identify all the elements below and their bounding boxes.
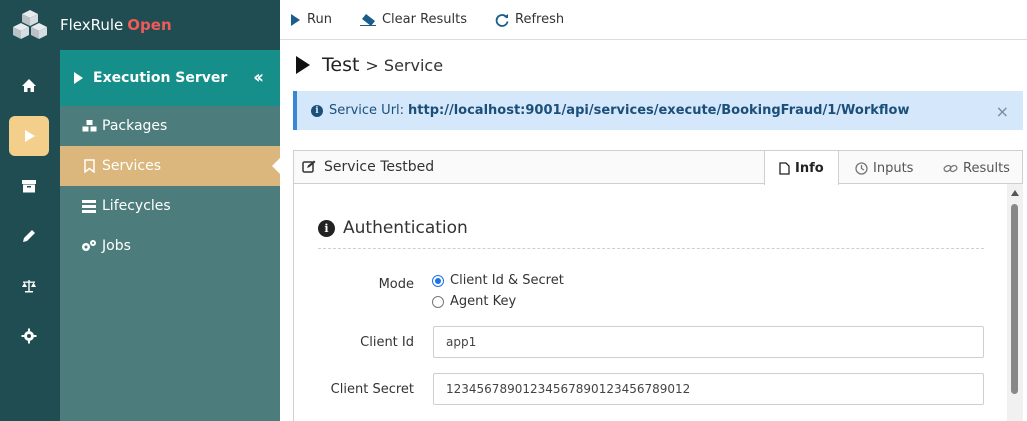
icon-rail (0, 0, 60, 421)
client-id-label: Client Id (360, 335, 414, 350)
rail-edit-button[interactable] (9, 216, 49, 256)
pencil-icon (23, 230, 35, 242)
info-icon: i (311, 104, 323, 117)
tab-inputs[interactable]: Inputs (855, 151, 913, 185)
panel-title-text: Service Testbed (324, 159, 435, 175)
page-title: Test > Service (296, 54, 443, 76)
cubes-icon (80, 119, 98, 133)
list-icon (80, 199, 98, 213)
refresh-label: Refresh (515, 12, 565, 27)
subnav-item-label: Services (102, 158, 162, 174)
client-secret-field[interactable]: 12345678901234567890123456789012 (433, 373, 984, 405)
scroll-up-icon[interactable] (1011, 190, 1019, 196)
subnav-item-packages[interactable]: Packages (60, 106, 280, 146)
gears-icon (80, 239, 98, 253)
subnav-item-jobs[interactable]: Jobs (60, 226, 280, 266)
page-title-text: Test (322, 54, 360, 76)
service-url-alert: i Service Url: http://localhost:9001/api… (293, 91, 1023, 130)
link-icon (943, 164, 958, 172)
rail-settings-button[interactable] (9, 316, 49, 356)
sub-navigation: Execution Server ‹‹ Packages Services Li… (60, 50, 280, 421)
close-icon[interactable]: × (996, 102, 1009, 121)
play-icon (25, 130, 35, 142)
clear-results-button[interactable]: Clear Results (359, 12, 468, 27)
subnav-item-label: Lifecycles (102, 198, 171, 214)
mode-option-client-secret[interactable]: Client Id & Secret (432, 273, 564, 288)
info-icon: i (318, 219, 335, 237)
radio-button[interactable] (432, 274, 444, 287)
bookmark-icon (80, 159, 98, 173)
radio-button[interactable] (432, 295, 444, 308)
panel-body: i Authentication Mode Client Id & Secret… (293, 184, 1010, 421)
panel-title: Service Testbed (302, 159, 434, 175)
subnav-header-title: Execution Server (93, 70, 228, 86)
brand-edition: Open (127, 16, 172, 34)
tab-label: Results (963, 160, 1010, 176)
radio-label: Client Id & Secret (450, 273, 564, 288)
brand-title: FlexRule Open (60, 16, 172, 34)
file-icon (779, 161, 790, 175)
subnav-item-label: Jobs (102, 238, 131, 254)
play-icon (291, 13, 300, 26)
eraser-icon (359, 13, 376, 26)
play-icon (74, 72, 83, 84)
subnav-item-services[interactable]: Services (60, 146, 280, 186)
home-icon (22, 79, 36, 92)
rail-execute-button[interactable] (9, 116, 49, 156)
client-id-field[interactable]: app1 (433, 326, 984, 358)
cubes-logo-icon (13, 10, 47, 39)
authentication-title: Authentication (343, 218, 468, 238)
play-icon (296, 56, 310, 74)
clear-results-label: Clear Results (381, 12, 468, 27)
clock-icon (855, 161, 868, 175)
run-button[interactable]: Run (290, 12, 332, 27)
collapse-icon[interactable]: ‹‹ (253, 67, 264, 88)
scroll-thumb[interactable] (1011, 204, 1018, 394)
tab-label: Info (795, 160, 824, 176)
client-secret-label: Client Secret (330, 382, 414, 397)
edit-square-icon (302, 160, 316, 173)
divider (318, 248, 984, 249)
rail-archive-button[interactable] (9, 166, 49, 206)
scale-icon (22, 280, 36, 293)
run-button-label: Run (307, 12, 332, 27)
archive-icon (22, 180, 36, 193)
brand-name: FlexRule (60, 16, 124, 34)
breadcrumb: > Service (365, 55, 444, 75)
alert-label: Service Url: (329, 103, 405, 118)
rail-rules-button[interactable] (9, 266, 49, 306)
subnav-item-label: Packages (102, 118, 168, 134)
main-content: Run Clear Results Refresh Test > Service… (280, 0, 1027, 421)
scrollbar[interactable] (1007, 184, 1023, 421)
toolbar: Run Clear Results Refresh (280, 0, 1027, 40)
tab-results[interactable]: Results (943, 151, 1010, 185)
radio-label: Agent Key (450, 294, 517, 309)
tab-label: Inputs (873, 160, 914, 176)
mode-label: Mode (378, 277, 414, 292)
service-url-link[interactable]: http://localhost:9001/api/services/execu… (408, 103, 909, 118)
refresh-button[interactable]: Refresh (495, 12, 564, 27)
panel-header: Service Testbed Info Inputs Results (293, 150, 1023, 185)
authentication-heading: i Authentication (318, 218, 468, 238)
refresh-icon (495, 13, 509, 27)
subnav-item-lifecycles[interactable]: Lifecycles (60, 186, 280, 226)
gear-icon (21, 328, 37, 344)
rail-home-button[interactable] (9, 66, 49, 106)
subnav-header: Execution Server ‹‹ (60, 50, 280, 106)
tab-info[interactable]: Info (764, 150, 839, 185)
mode-option-agent-key[interactable]: Agent Key (432, 294, 516, 309)
